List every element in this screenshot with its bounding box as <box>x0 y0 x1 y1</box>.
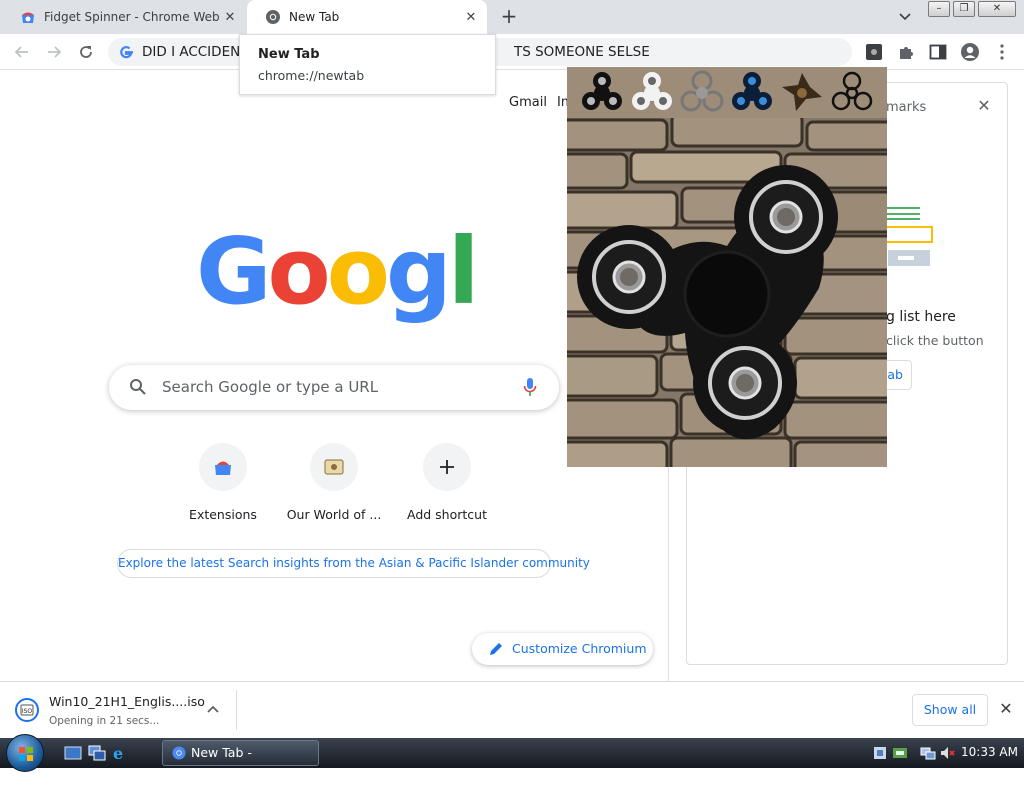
fidget-spinner-popup <box>567 67 887 467</box>
close-tab-icon[interactable]: ✕ <box>461 7 481 27</box>
tab-title: Fidget Spinner - Chrome Web St <box>44 10 220 24</box>
network-icon[interactable] <box>920 745 936 761</box>
tray-icon-2[interactable] <box>892 745 908 761</box>
chrome-web-store-icon <box>22 12 34 23</box>
microphone-icon[interactable] <box>523 377 537 397</box>
tab-new-tab[interactable]: New Tab ✕ <box>247 0 487 34</box>
taskbar-clock[interactable]: 10:33 AM <box>961 745 1018 759</box>
spinner-option-silver[interactable] <box>680 70 724 112</box>
address-bar-text: DID I ACCIDENT <box>142 44 249 60</box>
volume-muted-icon[interactable] <box>939 745 955 761</box>
add-shortcut-button[interactable]: Add shortcut <box>391 443 503 522</box>
start-button[interactable] <box>6 734 44 772</box>
extension-puzzle-icon[interactable] <box>896 42 916 62</box>
windows-logo-icon <box>19 747 33 761</box>
spinner-option-gold[interactable] <box>782 73 822 111</box>
customize-label: Customize Chromium <box>512 641 647 656</box>
chrome-web-store-icon <box>215 461 231 475</box>
reload-icon[interactable] <box>74 40 98 64</box>
chevron-up-icon[interactable] <box>205 702 221 718</box>
stone-wall-texture <box>567 112 887 467</box>
tab-hover-card: New Tab chrome://newtab <box>239 34 496 95</box>
spinner-picker-bar <box>567 67 887 118</box>
search-placeholder: Search Google or type a URL <box>162 378 379 396</box>
reading-list-empty-subtitle: click the button <box>886 333 984 348</box>
show-desktop-icon[interactable] <box>64 745 82 761</box>
stone-wall-background <box>567 112 887 467</box>
address-bar-text-visible-end: TS SOMEONE SELSE <box>514 44 650 60</box>
spinner-option-white[interactable] <box>632 72 672 110</box>
switch-windows-icon[interactable] <box>88 745 106 761</box>
svg-text:e: e <box>113 745 123 761</box>
side-panel-icon[interactable] <box>928 42 948 62</box>
side-panel-header: marks <box>886 100 927 115</box>
spinner-option-outline[interactable] <box>831 71 873 111</box>
chrome-favicon <box>266 10 280 24</box>
plus-icon <box>423 443 471 491</box>
pencil-icon <box>490 643 502 655</box>
side-panel-close-icon[interactable]: ✕ <box>976 98 992 114</box>
shortcut-label: Extensions <box>189 507 257 522</box>
download-status: Opening in 21 secs... <box>49 715 160 727</box>
maximize-button[interactable]: ❐ <box>953 1 975 17</box>
back-arrow-icon[interactable] <box>10 40 34 64</box>
download-separator <box>236 690 237 730</box>
forward-arrow-icon[interactable] <box>42 40 66 64</box>
tab-fidget-spinner[interactable]: Fidget Spinner - Chrome Web St ✕ <box>2 0 246 34</box>
spinner-option-blue[interactable] <box>732 72 772 110</box>
scroll-icon <box>324 459 344 475</box>
windows-taskbar: e New Tab - Chromium 10:33 AM <box>0 734 1024 784</box>
search-box[interactable]: Search Google or type a URL <box>109 365 559 410</box>
spinner-option-black[interactable] <box>582 72 622 110</box>
browser-toolbar: DID I ACCIDENT TS SOMEONE SELSE <box>0 34 1024 70</box>
close-window-button[interactable]: ✕ <box>978 1 1016 17</box>
shortcut-tile <box>310 443 358 491</box>
gmail-link[interactable]: Gmail <box>509 95 547 110</box>
profile-icon[interactable] <box>960 42 980 62</box>
new-tab-button[interactable]: + <box>497 5 521 29</box>
svg-text:Google: Google <box>196 221 472 325</box>
shortcut-label: Our World of ... <box>286 507 382 522</box>
taskbar-chromium-window[interactable]: New Tab - Chromium <box>162 740 319 784</box>
svg-text:ISO: ISO <box>22 708 33 715</box>
spinner-options <box>582 70 873 112</box>
customize-chromium-button[interactable]: Customize Chromium <box>472 633 653 665</box>
download-filename[interactable]: Win10_21H1_Englis....iso <box>49 694 205 709</box>
tray-icon[interactable] <box>872 745 888 761</box>
tab-strip: Fidget Spinner - Chrome Web St ✕ New Tab… <box>0 0 1024 34</box>
close-tab-icon[interactable]: ✕ <box>220 7 240 27</box>
hover-card-title: New Tab <box>258 47 320 62</box>
reading-list-empty-title: g list here <box>886 309 956 325</box>
tab-title: New Tab <box>289 10 340 24</box>
google-logo: Google <box>196 221 472 325</box>
reading-list-illustration <box>886 207 933 266</box>
search-insights-promo-link[interactable]: Explore the latest Search insights from … <box>117 549 590 578</box>
hover-card-url: chrome://newtab <box>258 68 365 83</box>
shortcut-our-world[interactable]: Our World of ... <box>278 443 390 522</box>
shortcut-label: Add shortcut <box>407 507 487 522</box>
iso-file-icon: ISO <box>15 698 39 722</box>
tab-search-chevron-icon[interactable] <box>895 8 915 26</box>
minimize-button[interactable]: – <box>928 1 950 17</box>
download-shelf: ISO Win10_21H1_Englis....iso Opening in … <box>0 681 1024 738</box>
internet-explorer-icon[interactable]: e <box>111 745 129 761</box>
close-icon[interactable]: ✕ <box>997 700 1015 718</box>
chromium-icon <box>172 746 186 760</box>
show-all-downloads-button[interactable]: Show all <box>912 694 988 726</box>
search-icon <box>130 379 146 395</box>
shortcut-tile <box>199 443 247 491</box>
shortcut-extensions[interactable]: Extensions <box>167 443 279 522</box>
extension-icon[interactable] <box>864 42 884 62</box>
taskbar-window-title: New Tab - Chromium <box>191 745 256 784</box>
google-favicon <box>120 46 133 59</box>
kebab-menu-icon[interactable] <box>992 42 1012 62</box>
